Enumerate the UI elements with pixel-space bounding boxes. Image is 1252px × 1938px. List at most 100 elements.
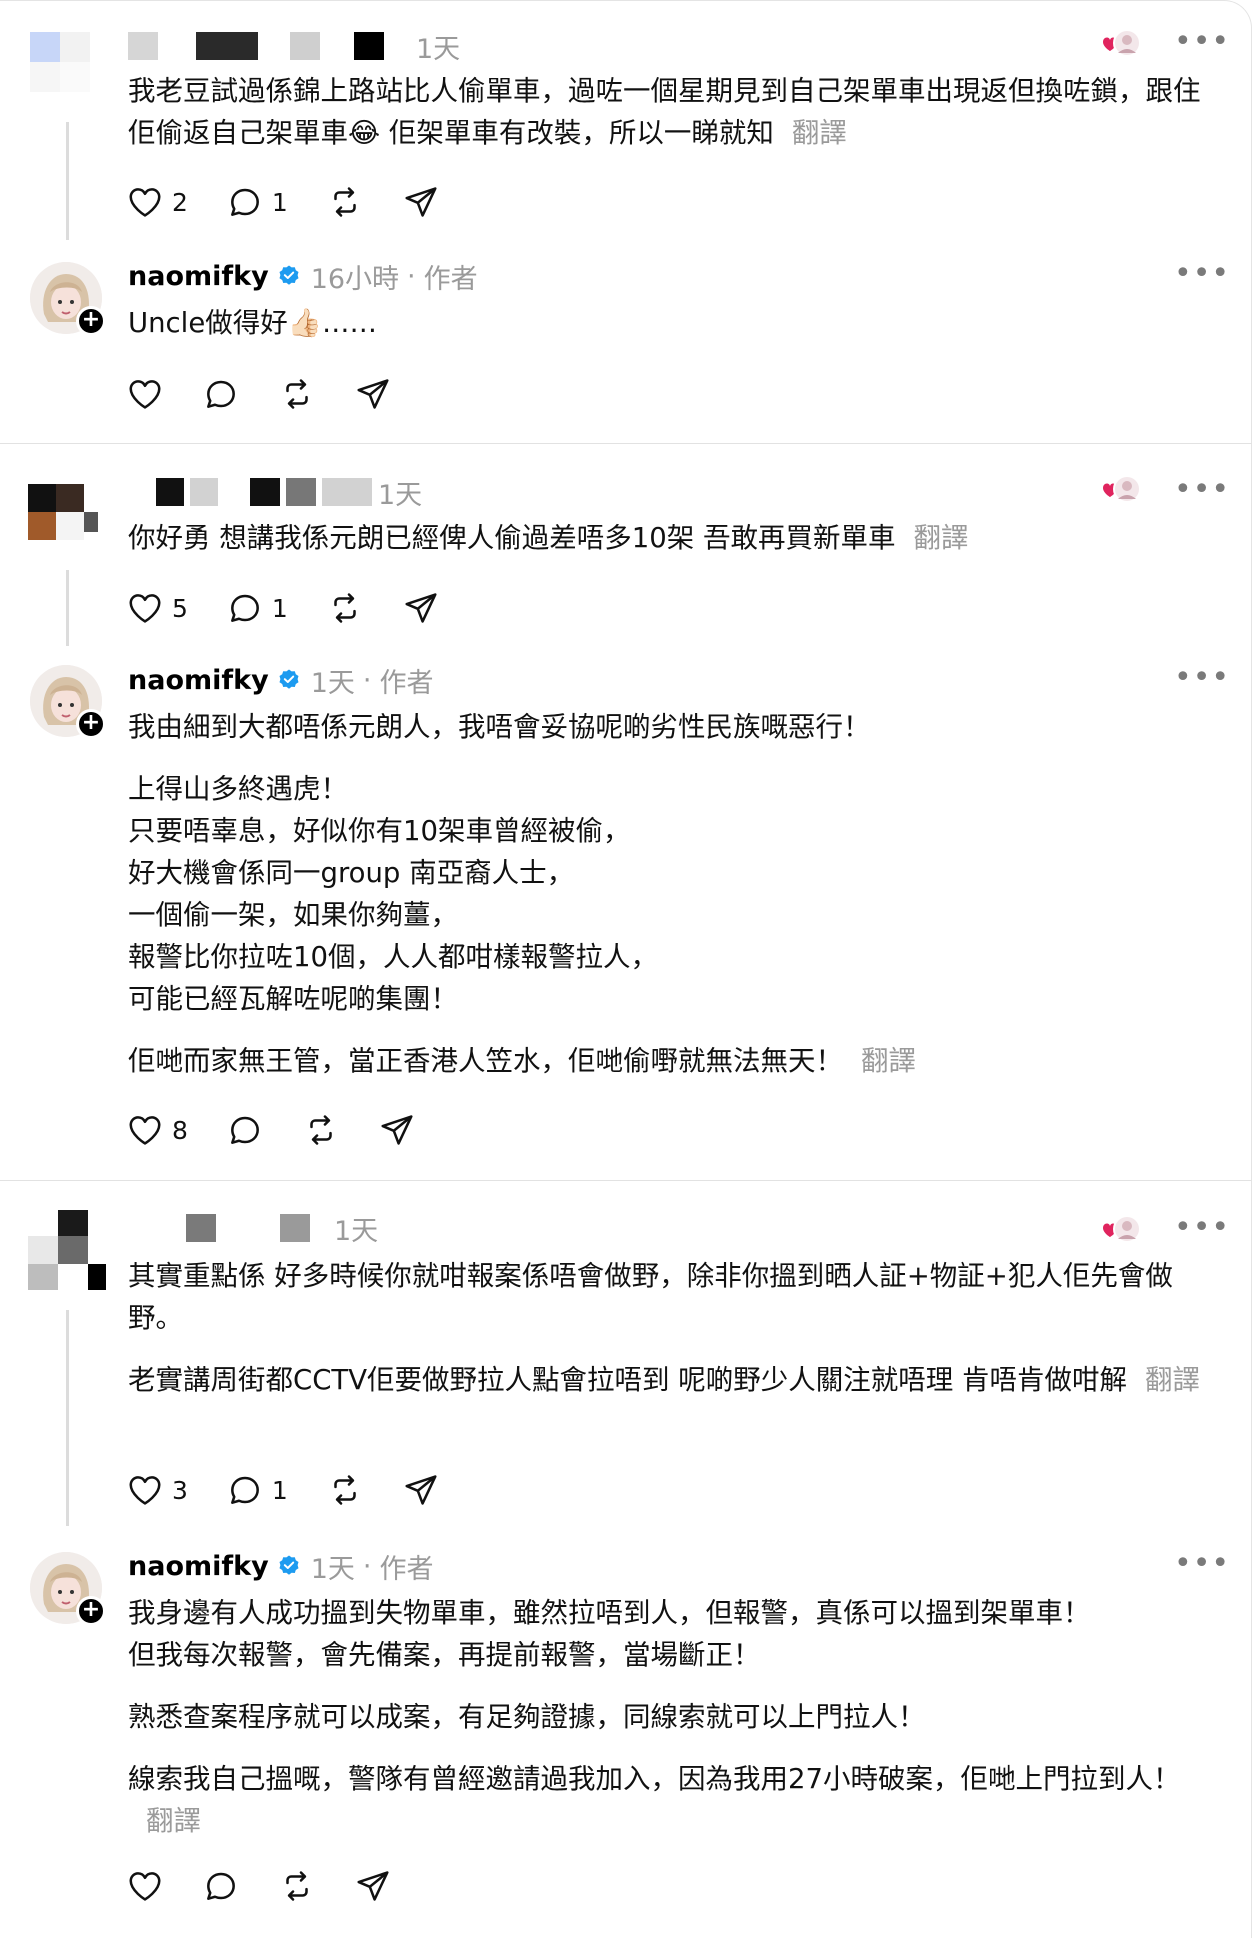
post-header: 1天 [128,26,460,66]
more-options-button[interactable]: ••• [1174,475,1229,512]
redacted-avatar[interactable] [26,1208,106,1290]
post-header: naomifky 1天 · 作者 [128,1546,433,1586]
reply-count: 1 [271,187,288,217]
author-tag: 作者 [379,1553,434,1585]
comment-icon [230,1116,259,1144]
follow-plus-icon[interactable]: + [76,709,106,739]
comment-icon [207,1872,235,1900]
heart-icon [129,380,161,409]
repost-icon [310,1115,332,1145]
translate-link[interactable]: 翻譯 [146,1805,201,1837]
repost-button[interactable] [326,1471,364,1509]
translate-link[interactable]: 翻譯 [861,1045,916,1077]
translate-link[interactable]: 翻譯 [913,522,968,554]
more-options-button[interactable]: ••• [1174,27,1229,64]
repost-button[interactable] [278,1867,316,1905]
post-actions: 8 [126,1108,454,1152]
author-tag: 作者 [423,263,478,295]
post-time: 16小時 [310,263,400,295]
more-options-button[interactable]: ••• [1174,1549,1229,1586]
liked-by-author-badge [1096,472,1142,506]
reply-button[interactable]: 1 [226,183,288,221]
send-icon [357,1871,389,1901]
thread-divider [0,1180,1252,1181]
more-options-button[interactable]: ••• [1174,1213,1229,1250]
author-tag: 作者 [379,667,434,699]
repost-button[interactable] [326,183,364,221]
repost-button[interactable] [278,375,316,413]
redacted-avatar[interactable] [26,28,96,98]
post-header: 1天 [128,472,422,512]
post-actions: 2 1 [126,180,478,224]
author-avatar[interactable]: + [30,665,106,739]
post-text: 我由細到大都唔係元朗人，我唔會妥協呢啲劣性民族嘅惡行！ 上得山多終遇虎！ 只要唔… [128,711,916,1077]
send-icon [405,593,437,623]
like-button[interactable]: 8 [126,1111,188,1149]
thread-line [66,122,69,240]
share-button[interactable] [402,589,440,627]
username[interactable]: naomifky [128,665,269,696]
translate-link[interactable]: 翻譯 [1145,1364,1200,1396]
repost-icon [334,593,356,623]
thread-divider [0,443,1252,444]
author-avatar[interactable]: + [30,1552,106,1626]
heart-icon [129,1872,161,1901]
repost-button[interactable] [302,1111,340,1149]
post-actions: 3 1 [126,1468,478,1512]
redacted-avatar[interactable] [26,482,98,552]
reply-button[interactable]: 1 [226,589,288,627]
like-button[interactable]: 5 [126,589,188,627]
post-time: 1天 [310,1553,355,1585]
reply-button[interactable] [202,1867,240,1905]
like-button[interactable] [126,375,164,413]
post-text: Uncle做得好👍🏻…… [128,307,377,339]
share-button[interactable] [402,183,440,221]
share-button[interactable] [354,375,392,413]
like-count: 2 [172,187,188,217]
repost-icon [334,1475,356,1505]
follow-plus-icon[interactable]: + [76,1596,106,1626]
post-text: 其實重點係 好多時候你就咁報案係唔會做野，除非你搵到晒人証+物証+犯人佢先會做野… [128,1260,1200,1396]
liked-by-author-badge [1096,1212,1142,1246]
like-button[interactable]: 2 [126,183,188,221]
comment-icon [207,380,235,408]
comment-icon [230,594,259,622]
more-options-button[interactable]: ••• [1174,259,1229,296]
post-actions [126,1864,430,1908]
send-icon [381,1115,413,1145]
reply-button[interactable] [202,375,240,413]
reply-button[interactable] [226,1111,264,1149]
post-text: 你好勇 想講我係元朗已經俾人偷過差唔多10架 吾敢再買新單車 翻譯 [128,522,969,554]
like-count: 3 [172,1475,188,1505]
heart-icon [129,1476,161,1505]
reply-count: 1 [271,1475,288,1505]
like-count: 8 [172,1115,188,1145]
like-button[interactable]: 3 [126,1471,188,1509]
author-avatar[interactable]: + [30,262,106,336]
follow-plus-icon[interactable]: + [76,306,106,336]
username[interactable]: naomifky [128,1551,269,1582]
share-button[interactable] [354,1867,392,1905]
send-icon [405,1475,437,1505]
translate-link[interactable]: 翻譯 [792,117,847,149]
redacted-username[interactable] [128,32,158,60]
comment-icon [230,1476,259,1504]
reply-button[interactable]: 1 [226,1471,288,1509]
more-options-button[interactable]: ••• [1174,663,1229,700]
share-button[interactable] [402,1471,440,1509]
post-text: 我老豆試過係錦上路站比人偷單車，過咗一個星期見到自己架單車出現返但換咗鎖，跟住佢… [128,75,1201,149]
reply-count: 1 [271,593,288,623]
verified-badge-icon [279,1555,299,1575]
post-time: 1天 [378,479,423,511]
repost-icon [286,1871,308,1901]
liked-by-author-badge [1096,26,1142,60]
send-icon [357,379,389,409]
thread-line [66,570,69,646]
username[interactable]: naomifky [128,261,269,292]
repost-button[interactable] [326,589,364,627]
verified-badge-icon [279,265,299,285]
post-time: 1天 [416,33,461,65]
share-button[interactable] [378,1111,416,1149]
like-button[interactable] [126,1867,164,1905]
post-time: 1天 [310,667,355,699]
